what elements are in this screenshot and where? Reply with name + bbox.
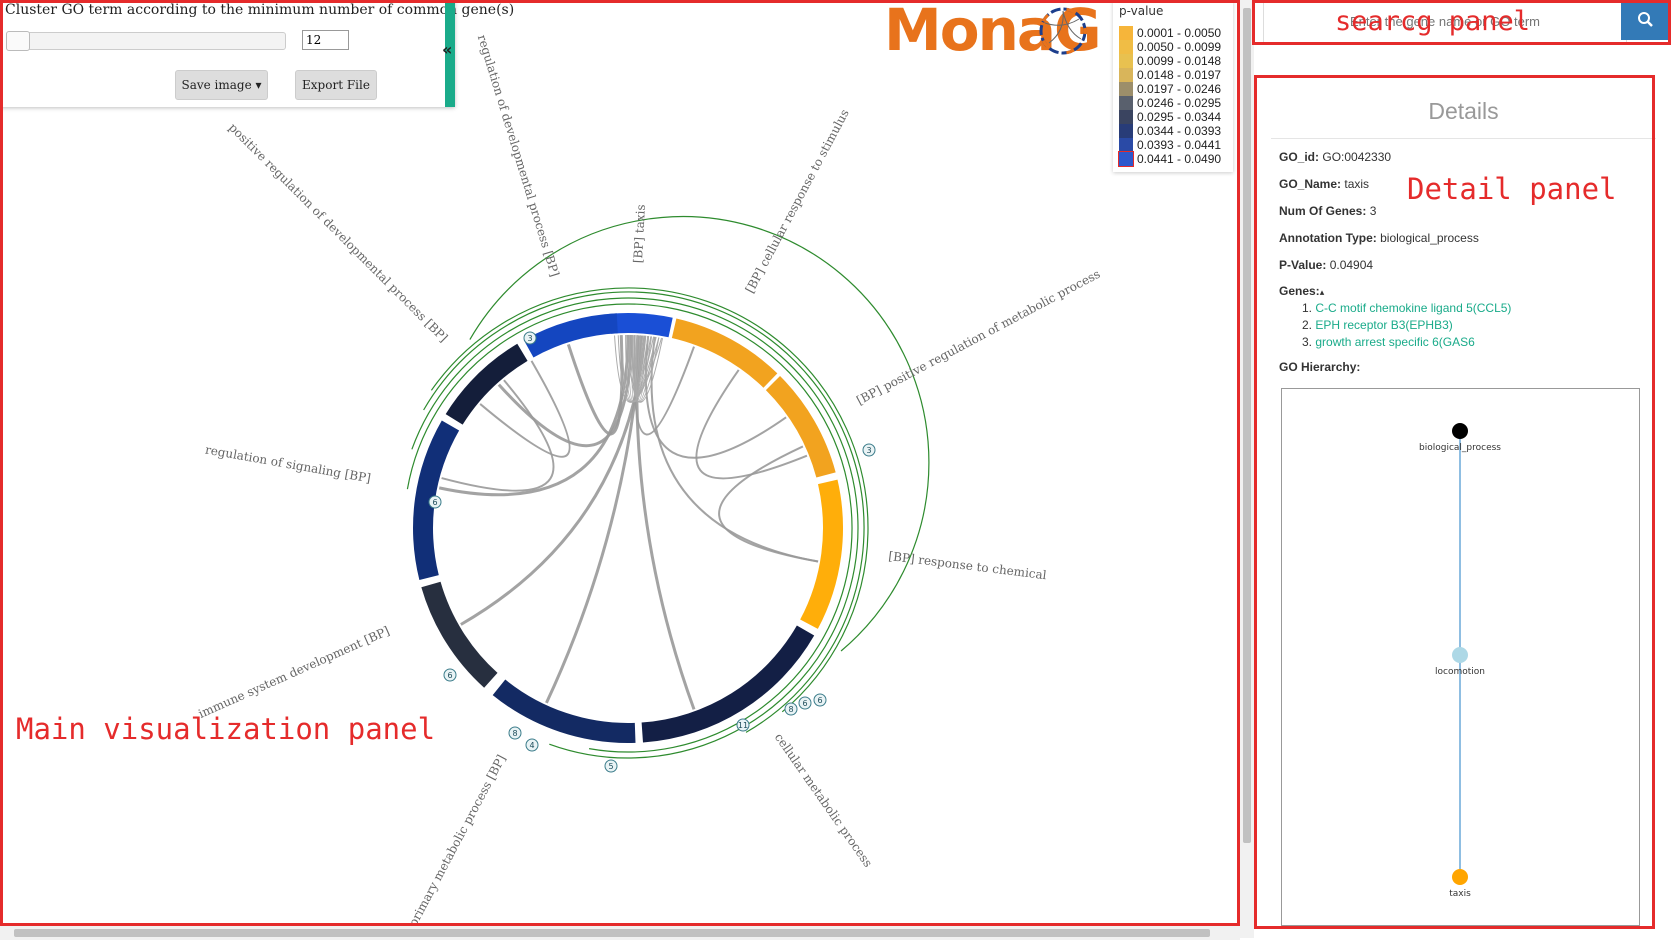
vertical-scroll-thumb[interactable] [1243,8,1251,843]
horizontal-scroll-thumb[interactable] [14,929,1210,937]
detail-panel-annotation: Detail panel [1407,172,1617,206]
main-panel-annotation: Main visualization panel [16,712,436,746]
main-panel-frame [0,0,1240,926]
search-panel-annotation: searcg panel [1335,6,1531,37]
